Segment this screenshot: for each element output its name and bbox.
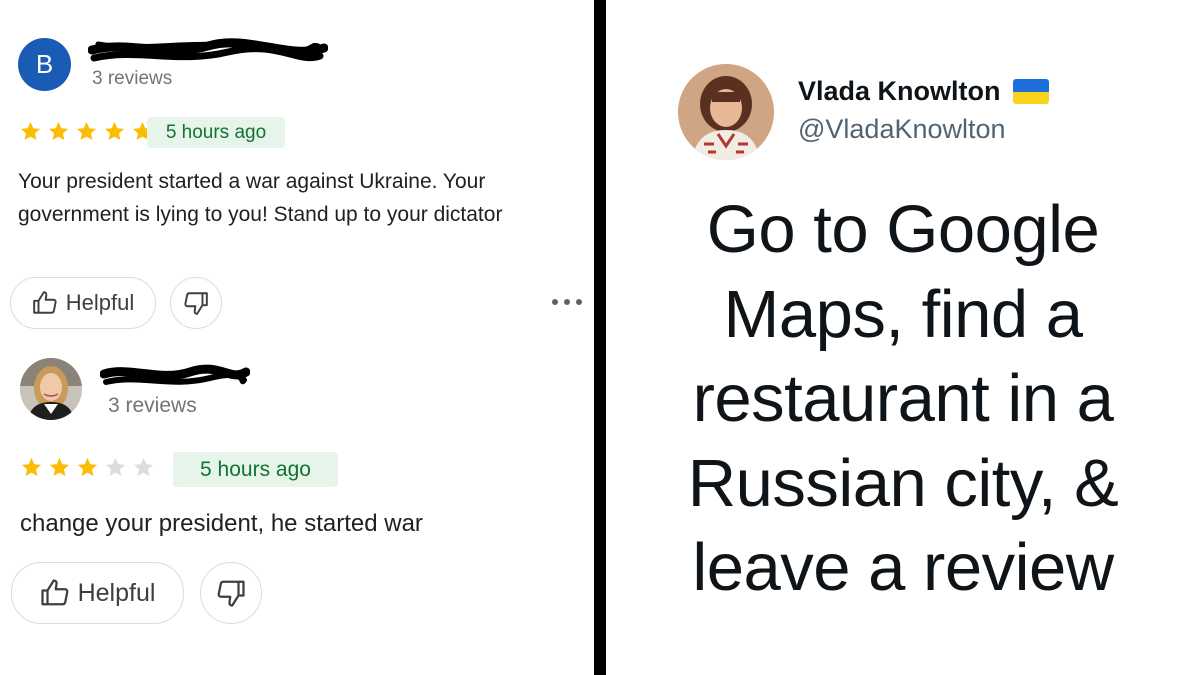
reviews-panel: B Bxxxxxx Vasiliauskaite 3 reviews 5 hou… (0, 0, 594, 675)
helpful-button[interactable]: Helpful (11, 562, 184, 624)
review-text: Your president started a war against Ukr… (18, 170, 503, 226)
helpful-label: Helpful (77, 578, 156, 607)
reviewer-avatar-photo[interactable] (20, 358, 82, 420)
star-filled-icon (21, 457, 42, 477)
not-helpful-button[interactable] (170, 277, 222, 329)
tweet-author-handle[interactable]: @VladaKnowlton (798, 114, 1006, 145)
thumbs-down-icon (217, 580, 245, 607)
tweet-text-line: leave a review (692, 530, 1114, 605)
star-filled-icon (48, 121, 69, 141)
redaction-scribble (100, 364, 250, 385)
star-empty-icon (133, 457, 154, 477)
more-options-icon[interactable] (552, 293, 582, 311)
tweet-text-line: restaurant in a (692, 361, 1114, 436)
review-time-badge: 5 hours ago (147, 117, 285, 148)
tweet-author-name[interactable]: Vlada Knowlton (798, 76, 1049, 107)
tweet-text: Go to Google Maps, find a restaurant in … (606, 188, 1200, 611)
star-filled-icon (77, 457, 98, 477)
tweet-text-line: Go to Google (706, 192, 1100, 267)
thumbs-up-icon (32, 291, 57, 314)
tweet-text-line: Maps, find a (723, 276, 1083, 352)
star-filled-icon (104, 121, 125, 141)
star-empty-icon (105, 457, 126, 477)
star-rating (19, 120, 159, 143)
tweet-panel: Vlada Knowlton @VladaKnowlton Go to Goog… (606, 0, 1200, 675)
ukraine-flag-icon (1012, 79, 1049, 104)
not-helpful-button[interactable] (200, 562, 262, 624)
thumbs-down-icon (184, 292, 208, 315)
helpful-button[interactable]: Helpful (10, 277, 156, 329)
star-filled-icon (49, 457, 70, 477)
tweet-author-avatar[interactable] (678, 64, 774, 160)
reviewer-avatar[interactable]: B (18, 38, 71, 91)
star-filled-icon (20, 121, 41, 141)
star-rating (20, 456, 160, 479)
tweet-text-line: Russian city, & (687, 445, 1119, 521)
redaction-scribble (88, 38, 328, 62)
review-time-badge: 5 hours ago (173, 452, 338, 487)
thumbs-up-icon (40, 579, 68, 606)
tweet-author-name-text: Vlada Knowlton (798, 76, 1001, 106)
reviewer-reviews-count: 3 reviews (108, 394, 197, 417)
star-filled-icon (76, 121, 97, 141)
reviewer-reviews-count: 3 reviews (92, 68, 173, 89)
review-text: change your president, he started war (20, 510, 423, 537)
panel-divider (594, 0, 606, 675)
helpful-label: Helpful (65, 290, 135, 315)
